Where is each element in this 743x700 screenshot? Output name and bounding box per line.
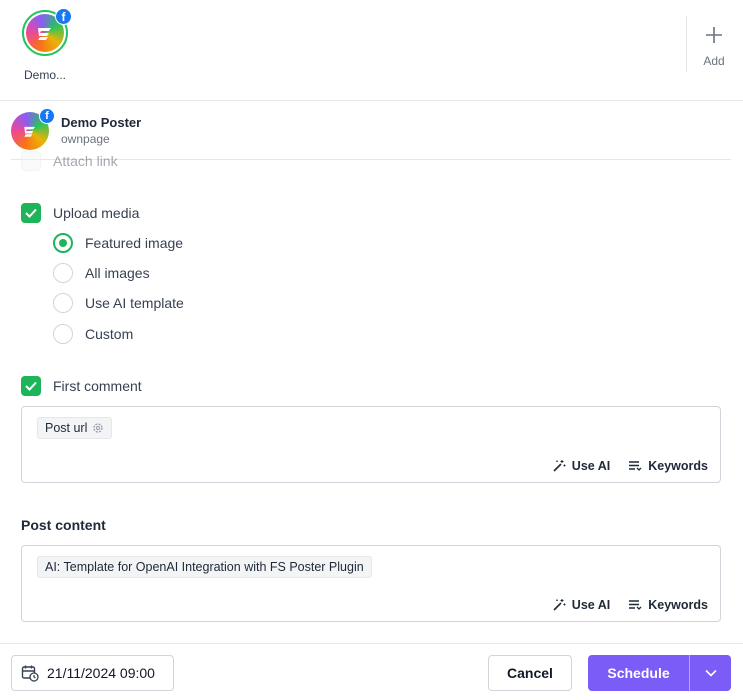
radio-label: Custom	[85, 326, 134, 342]
tag-label: Post url	[45, 421, 88, 435]
schedule-button[interactable]: Schedule	[588, 655, 689, 691]
upload-media-option[interactable]: Upload media	[21, 203, 139, 223]
keywords-label: Keywords	[648, 598, 708, 612]
post-content-editor[interactable]: AI: Template for OpenAI Integration with…	[21, 545, 721, 622]
plus-icon	[694, 22, 734, 48]
keywords-button[interactable]: Keywords	[628, 459, 708, 473]
account-item[interactable]: f Demo...	[22, 8, 72, 82]
schedule-button-group: Schedule	[588, 655, 731, 691]
radio-button[interactable]	[53, 293, 73, 313]
add-account-label: Add	[703, 54, 725, 68]
facebook-icon: f	[39, 108, 55, 124]
media-choice-featured-image[interactable]: Featured image	[53, 233, 183, 253]
schedule-date-button[interactable]: 21/11/2024 09:00	[11, 655, 174, 691]
channel-avatar: f	[11, 108, 55, 150]
add-account-button[interactable]: Add	[694, 22, 734, 68]
schedule-date-value: 21/11/2024 09:00	[47, 665, 155, 681]
check-icon	[25, 381, 37, 391]
check-icon	[25, 208, 37, 218]
attach-link-label: Attach link	[53, 153, 118, 169]
media-choice-use-ai-template[interactable]: Use AI template	[53, 293, 184, 313]
use-ai-button[interactable]: Use AI	[552, 598, 610, 612]
chevron-down-icon	[704, 669, 717, 677]
account-name: Demo...	[24, 68, 67, 82]
media-choice-all-images[interactable]: All images	[53, 263, 150, 283]
accounts-bar: f Demo... Add	[0, 0, 743, 101]
first-comment-option[interactable]: First comment	[21, 376, 142, 396]
add-divider	[686, 16, 687, 72]
tag-label: AI: Template for OpenAI Integration with…	[45, 560, 364, 574]
schedule-options-button[interactable]	[690, 655, 731, 691]
list-icon	[629, 461, 642, 471]
keywords-button[interactable]: Keywords	[628, 598, 708, 612]
facebook-icon: f	[55, 8, 72, 25]
radio-label: All images	[85, 265, 150, 281]
radio-label: Use AI template	[85, 295, 184, 311]
channel-name: Demo Poster	[61, 115, 142, 130]
gear-icon[interactable]	[92, 422, 104, 434]
use-ai-button[interactable]: Use AI	[552, 459, 610, 473]
use-ai-label: Use AI	[571, 459, 611, 473]
radio-button[interactable]	[53, 263, 73, 283]
magic-wand-icon	[553, 599, 566, 611]
editor-actions: Use AI Keywords	[552, 459, 708, 473]
list-icon	[629, 600, 642, 610]
upload-media-label: Upload media	[53, 205, 140, 221]
post-content-label: Post content	[21, 517, 106, 533]
upload-media-checkbox[interactable]	[21, 203, 41, 223]
channel-type: ownpage	[61, 132, 110, 146]
keywords-label: Keywords	[648, 459, 708, 473]
first-comment-checkbox[interactable]	[21, 376, 41, 396]
media-choice-custom[interactable]: Custom	[53, 324, 133, 344]
editor-actions: Use AI Keywords	[552, 598, 708, 612]
magic-wand-icon	[553, 460, 566, 472]
cancel-button[interactable]: Cancel	[488, 655, 572, 691]
post-url-tag[interactable]: Post url	[37, 417, 113, 439]
divider	[11, 159, 731, 160]
first-comment-label: First comment	[53, 378, 142, 394]
use-ai-label: Use AI	[571, 598, 611, 612]
footer: 21/11/2024 09:00 Cancel Schedule	[0, 643, 743, 700]
attach-link-option[interactable]: Attach link	[21, 151, 118, 171]
ai-template-tag[interactable]: AI: Template for OpenAI Integration with…	[37, 556, 372, 578]
calendar-clock-icon	[21, 665, 39, 682]
radio-button[interactable]	[53, 324, 73, 344]
radio-button[interactable]	[53, 233, 73, 253]
radio-label: Featured image	[85, 235, 184, 251]
first-comment-editor[interactable]: Post url Use AI Keywords	[21, 406, 721, 483]
account-avatar[interactable]: f	[22, 8, 72, 56]
attach-link-checkbox[interactable]	[21, 151, 41, 171]
